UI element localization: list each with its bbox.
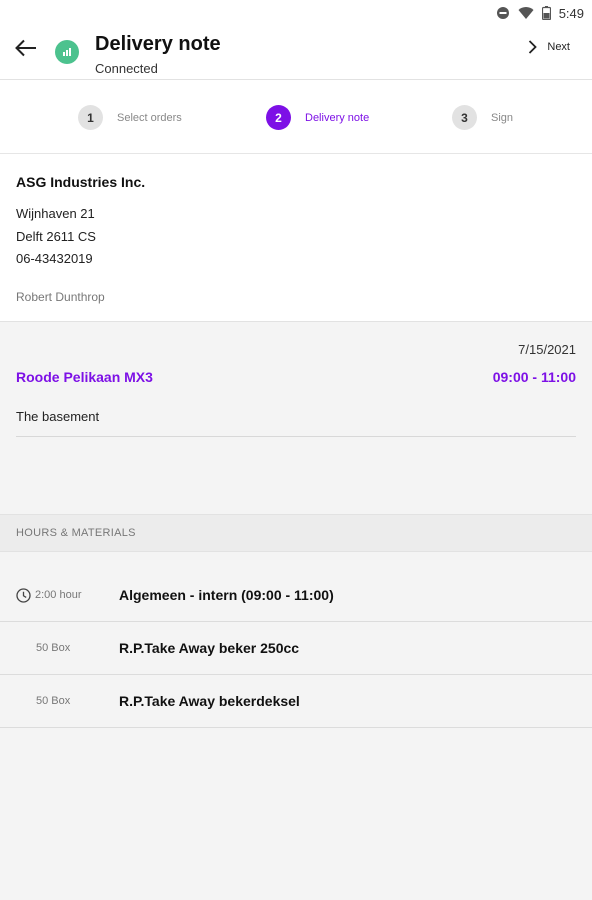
customer-phone: 06-43432019 <box>16 251 93 266</box>
step-label: Sign <box>491 111 514 124</box>
order-name: Roode Pelikaan MX3 <box>16 369 153 385</box>
step-number: 3 <box>452 105 477 130</box>
page-title: Delivery note <box>95 33 221 55</box>
next-label: Next <box>547 41 570 53</box>
back-button[interactable] <box>12 36 40 60</box>
divider <box>16 436 576 437</box>
line-qty: 2:00 hour <box>16 569 81 621</box>
line-items: 2:00 hour Algemeen - intern (09:00 - 11:… <box>0 569 592 728</box>
line-item[interactable]: 50 Box R.P.Take Away beker 250cc <box>0 622 592 675</box>
status-bar: 5:49 <box>0 0 592 26</box>
step-delivery-note[interactable]: 2 Delivery note <box>266 105 369 130</box>
stepper: 1 Select orders 2 Delivery note 3 Sign <box>0 80 592 154</box>
app-bar: Delivery note Connected Next <box>0 26 592 80</box>
customer-name: ASG Industries Inc. <box>16 174 146 190</box>
line-qty: 50 Box <box>36 695 71 707</box>
order-time: 09:00 - 11:00 <box>492 369 576 385</box>
connection-status-icon <box>55 40 79 64</box>
step-label: Select orders <box>117 111 182 124</box>
battery-icon <box>541 6 551 20</box>
clock-icon <box>16 587 31 603</box>
customer-card: ASG Industries Inc. Wijnhaven 21 Delft 2… <box>0 154 592 322</box>
step-number: 1 <box>78 105 103 130</box>
order-location: The basement <box>16 409 100 424</box>
connection-status: Connected <box>95 61 158 76</box>
step-sign[interactable]: 3 Sign <box>452 105 513 130</box>
chevron-right-icon <box>529 40 538 54</box>
line-qty-text: 2:00 hour <box>35 589 82 601</box>
status-time: 5:49 <box>558 5 584 21</box>
line-description: R.P.Take Away bekerdeksel <box>119 693 300 709</box>
arrow-left-icon <box>15 39 36 57</box>
line-item[interactable]: 50 Box R.P.Take Away bekerdeksel <box>0 675 592 728</box>
line-item[interactable]: 2:00 hour Algemeen - intern (09:00 - 11:… <box>0 569 592 622</box>
line-description: R.P.Take Away beker 250cc <box>119 640 300 656</box>
customer-street: Wijnhaven 21 <box>16 206 95 221</box>
section-header-hours-materials: HOURS & MATERIALS <box>0 514 592 552</box>
order-date: 7/15/2021 <box>518 342 576 357</box>
line-description: Algemeen - intern (09:00 - 11:00) <box>119 587 334 603</box>
wifi-icon <box>518 6 534 20</box>
customer-contact: Robert Dunthrop <box>16 290 105 304</box>
line-qty: 50 Box <box>36 642 71 654</box>
step-label: Delivery note <box>305 111 370 124</box>
step-number: 2 <box>266 105 291 130</box>
next-button[interactable]: Next <box>528 40 570 54</box>
do-not-disturb-icon <box>496 6 510 20</box>
customer-city: Delft 2611 CS <box>16 229 96 244</box>
step-select-orders[interactable]: 1 Select orders <box>78 105 182 130</box>
order-card: 7/15/2021 Roode Pelikaan MX3 09:00 - 11:… <box>0 322 592 514</box>
section-title: HOURS & MATERIALS <box>16 527 136 539</box>
